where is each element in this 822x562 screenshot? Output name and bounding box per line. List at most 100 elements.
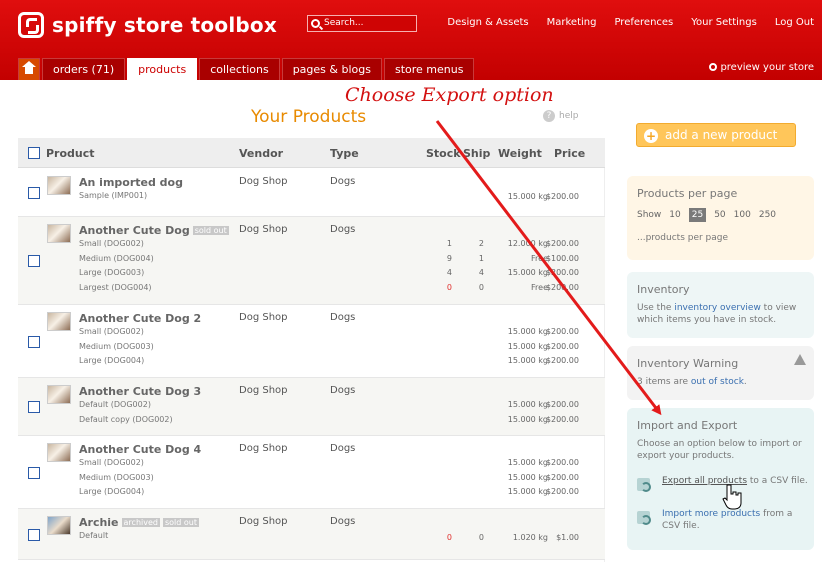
- variant-name: Default (DOG002): [79, 400, 151, 409]
- import-export-text: Choose an option below to import or expo…: [637, 439, 802, 461]
- preview-store-link[interactable]: preview your store: [709, 62, 814, 73]
- warning-icon: [794, 354, 806, 365]
- per-page-option-250[interactable]: 250: [759, 210, 776, 220]
- header-type[interactable]: Type: [330, 147, 359, 160]
- product-thumbnail[interactable]: [47, 385, 71, 404]
- product-name-text[interactable]: Another Cute Dog: [79, 224, 190, 237]
- variant-ship: 1: [478, 253, 484, 263]
- variant-price: $200.00: [545, 239, 579, 248]
- product-thumbnail[interactable]: [47, 516, 71, 535]
- variant-weight: 15.000 kg: [507, 458, 548, 467]
- variant-price: $1.00: [556, 533, 579, 542]
- per-page-show-label: Show: [637, 210, 662, 220]
- nav-preferences[interactable]: Preferences: [614, 17, 673, 28]
- product-name[interactable]: Another Cute Dog sold out: [79, 224, 229, 237]
- variant-price: $200.00: [545, 356, 579, 365]
- row-checkbox[interactable]: [28, 336, 40, 348]
- variant-name: Small (DOG002): [79, 458, 144, 467]
- product-thumbnail[interactable]: [47, 176, 71, 195]
- product-vendor: Dog Shop: [239, 443, 288, 454]
- header-stock[interactable]: Stock: [426, 147, 461, 160]
- table-row[interactable]: An imported dog Dog Shop Dogs Sample (IMP00…: [18, 169, 605, 217]
- header-price[interactable]: Price: [554, 147, 585, 160]
- table-row[interactable]: Another Cute Dog 4 Dog Shop Dogs Small (DOG…: [18, 436, 605, 509]
- per-page-option-50[interactable]: 50: [714, 210, 725, 220]
- product-name[interactable]: Archie archived sold out: [79, 516, 199, 529]
- table-row[interactable]: Another Cute Dog 3 Dog Shop Dogs Default (D…: [18, 378, 605, 436]
- variant-ship: 0: [478, 282, 484, 292]
- product-name[interactable]: An imported dog: [79, 176, 183, 189]
- row-checkbox[interactable]: [28, 467, 40, 479]
- product-name[interactable]: Another Cute Dog 2: [79, 312, 201, 325]
- help-link[interactable]: ? help: [543, 110, 578, 122]
- header-weight[interactable]: Weight: [498, 147, 542, 160]
- header-product[interactable]: Product: [46, 147, 95, 160]
- nav-log-out[interactable]: Log Out: [775, 17, 814, 28]
- app-window: spiffy store toolbox Search... Design & …: [0, 0, 822, 562]
- variant-name: Medium (DOG003): [79, 472, 154, 482]
- spiffy-logo-icon: [18, 12, 44, 38]
- variant-weight: 12.000 kg: [507, 239, 548, 248]
- per-page-caption: ...products per page: [637, 233, 729, 243]
- import-option: Import more products from a CSV file.: [662, 508, 812, 532]
- variant-weight: 15.000 kg: [507, 487, 548, 496]
- product-thumbnail[interactable]: [47, 443, 71, 462]
- table-row[interactable]: Another Cute Dog 2 Dog Shop Dogs Small (DOG…: [18, 305, 605, 378]
- per-page-option-10[interactable]: 10: [669, 210, 680, 220]
- header-bar: spiffy store toolbox Search... Design & …: [0, 0, 822, 80]
- variant-stock: 9: [446, 253, 452, 263]
- product-name-text[interactable]: Another Cute Dog 2: [79, 312, 201, 325]
- header-ship[interactable]: Ship: [463, 147, 490, 160]
- product-vendor: Dog Shop: [239, 385, 288, 396]
- nav-your-settings[interactable]: Your Settings: [691, 17, 757, 28]
- tab-products[interactable]: products: [127, 58, 198, 80]
- nav-design-assets[interactable]: Design & Assets: [447, 17, 528, 28]
- variant-weight: 15.000 kg: [507, 414, 548, 424]
- select-all-checkbox[interactable]: [28, 147, 40, 159]
- product-name-text[interactable]: Another Cute Dog 3: [79, 385, 201, 398]
- variant-weight: 15.000 kg: [507, 472, 548, 482]
- variant-price: $100.00: [545, 253, 579, 263]
- table-header: Product Vendor Type Stock Ship Weight Pr…: [18, 138, 605, 168]
- table-row[interactable]: Archie archived sold out Dog Shop Dogs Defaul…: [18, 509, 605, 560]
- product-type: Dogs: [330, 385, 356, 396]
- import-export-title: Import and Export: [637, 419, 738, 432]
- logo[interactable]: spiffy store toolbox: [18, 12, 277, 38]
- variant-ship: 0: [478, 533, 484, 542]
- add-product-button[interactable]: + add a new product: [636, 123, 796, 147]
- product-name-text[interactable]: Another Cute Dog 4: [79, 443, 201, 456]
- status-badge: sold out: [192, 226, 229, 235]
- tab-pages-blogs[interactable]: pages & blogs: [281, 58, 382, 80]
- row-checkbox[interactable]: [28, 401, 40, 413]
- product-name-text[interactable]: An imported dog: [79, 176, 183, 189]
- out-of-stock-link[interactable]: out of stock: [691, 377, 744, 387]
- tab-store-menus[interactable]: store menus: [383, 58, 475, 80]
- row-checkbox[interactable]: [28, 187, 40, 199]
- inventory-overview-link[interactable]: inventory overview: [674, 303, 761, 313]
- product-thumbnail[interactable]: [47, 312, 71, 331]
- product-name-text[interactable]: Archie: [79, 516, 119, 529]
- search-input[interactable]: Search...: [307, 15, 417, 32]
- product-thumbnail[interactable]: [47, 224, 71, 243]
- product-name[interactable]: Another Cute Dog 4: [79, 443, 201, 456]
- export-all-products-link[interactable]: Export all products: [662, 476, 747, 486]
- per-page-option-25[interactable]: 25: [688, 208, 707, 222]
- tab-collections[interactable]: collections: [199, 58, 280, 80]
- product-vendor: Dog Shop: [239, 176, 288, 187]
- variant-weight: 15.000 kg: [507, 192, 548, 201]
- nav-marketing[interactable]: Marketing: [547, 17, 597, 28]
- product-type: Dogs: [330, 312, 356, 323]
- variant-name: Medium (DOG004): [79, 253, 154, 263]
- warning-text-pre: 3 items are: [637, 377, 691, 387]
- tab-home[interactable]: [18, 58, 40, 80]
- import-more-products-link[interactable]: Import more products: [662, 509, 760, 519]
- table-row[interactable]: Another Cute Dog sold out Dog Shop Dogs Smal…: [18, 217, 605, 305]
- products-table: Product Vendor Type Stock Ship Weight Pr…: [18, 138, 605, 562]
- product-name[interactable]: Another Cute Dog 3: [79, 385, 201, 398]
- variant-weight: 1.020 kg: [512, 533, 548, 542]
- tab-orders[interactable]: orders (71): [42, 58, 126, 80]
- row-checkbox[interactable]: [28, 529, 40, 541]
- header-vendor[interactable]: Vendor: [239, 147, 283, 160]
- per-page-option-100[interactable]: 100: [734, 210, 751, 220]
- row-checkbox[interactable]: [28, 255, 40, 267]
